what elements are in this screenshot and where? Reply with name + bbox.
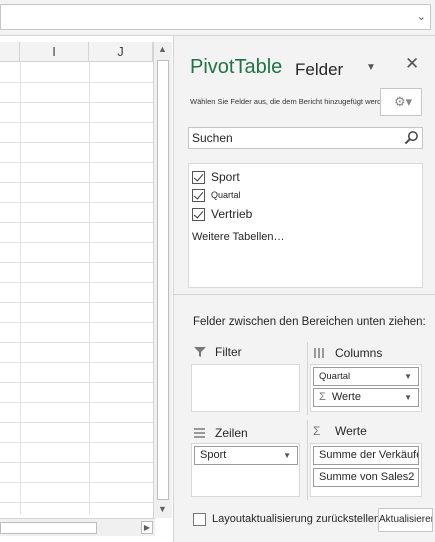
defer-update-checkbox[interactable] [193,513,206,526]
field-item-quartal[interactable]: Quartal [192,187,241,203]
drag-hint: Felder zwischen den Bereichen unten zieh… [193,316,426,328]
grid-line [0,502,153,503]
grid-line [0,462,153,463]
tools-button[interactable]: ⚙▾ [380,88,422,116]
pill-label: Summe von Sales2 [319,471,415,483]
grid-line [0,422,153,423]
grid-line [0,242,153,243]
scrollbar-thumb[interactable] [0,522,97,534]
grid-line [0,82,153,83]
grid-line [0,122,153,123]
filter-area-header: Filter [193,345,242,359]
grid-line [0,162,153,163]
grid-line [0,142,153,143]
rows-area-header: Zeilen [193,426,248,440]
pane-subtitle: Wählen Sie Felder aus, die dem Bericht h… [190,97,385,106]
grid-line [0,382,153,383]
search-input-value: Suchen [192,131,233,145]
update-button[interactable]: Aktualisieren [378,508,433,532]
grid-line [20,62,21,514]
search-input[interactable]: Suchen [188,127,423,149]
values-area-label: Werte [335,424,367,438]
field-label: Sport [211,170,240,184]
filter-drop-area[interactable] [191,364,300,412]
columns-drop-area[interactable]: Quartal ▼ Σ Werte ▼ [310,364,422,412]
horizontal-scrollbar[interactable]: ▶ [0,518,155,536]
area-separator [307,420,308,500]
sigma-icon: Σ [319,391,326,403]
defer-update-label: Layoutaktualisierung zurückstellen [212,513,381,525]
chevron-down-icon[interactable]: ▼ [283,447,291,464]
grid-line [0,222,153,223]
columns-item-werte[interactable]: Σ Werte ▼ [313,388,419,407]
more-tables-link[interactable]: Weitere Tabellen… [192,231,285,243]
values-item-sales2[interactable]: Summe von Sales2 [313,468,419,487]
areas-section [174,294,435,542]
column-header-i[interactable]: I [20,42,89,62]
columns-area-header: Columns [313,346,382,360]
columns-item-quartal[interactable]: Quartal ▼ [313,367,419,386]
grid-line [0,322,153,323]
filter-area-label: Filter [215,345,242,359]
close-icon[interactable]: ✕ [405,54,419,74]
pill-label: Summe der Verkäufe [319,449,419,461]
grid-line [0,482,153,483]
grid-line [0,302,153,303]
columns-icon [314,348,324,358]
grid-line [0,362,153,363]
rows-area-label: Zeilen [215,426,248,440]
formula-bar-dropdown[interactable]: ⌄ [0,4,431,30]
area-separator [307,342,308,415]
field-label: Quartal [211,190,241,200]
grid-line [0,202,153,203]
pane-title: PivotTable [190,56,283,78]
field-item-vertrieb[interactable]: Vertrieb [192,206,252,222]
vertical-scrollbar[interactable]: ▲ ▼ [153,42,172,518]
rows-icon [194,428,205,438]
grid-line [89,62,90,514]
search-icon[interactable] [404,130,419,145]
chevron-down-icon[interactable]: ▼ [404,389,412,406]
pane-title-fields: Felder [295,60,344,79]
grid-line [0,182,153,183]
grid-line [0,402,153,403]
field-checkbox[interactable] [192,188,205,202]
pivottable-fields-pane: PivotTable Felder ▼ ✕ Wählen Sie Felder … [173,36,435,542]
column-header-j[interactable]: J [89,42,153,62]
chevron-down-icon[interactable]: ⌄ [417,10,426,23]
scroll-right-icon[interactable]: ▶ [141,521,153,534]
filter-icon [194,347,206,357]
field-checkbox[interactable] [192,170,205,184]
column-header-h[interactable] [0,42,20,62]
values-item-verkaeufe[interactable]: Summe der Verkäufe [313,446,419,465]
pill-label: Sport [200,449,227,461]
field-label: Vertrieb [211,207,253,221]
grid-line [0,262,153,263]
chevron-down-icon[interactable]: ▼ [404,368,412,385]
formula-bar: ⌄ [0,0,435,36]
field-list: Sport Quartal Vertrieb Weitere Tabellen… [188,163,423,288]
worksheet-grid[interactable]: I J ▲ ▼ ▶ [0,36,173,542]
values-area-header: Σ Werte [313,424,367,438]
columns-area-label: Columns [335,346,383,360]
pill-label: Quartal [319,371,351,382]
values-drop-area[interactable]: Summe der Verkäufe Summe von Sales2 [310,443,422,497]
pill-label: Werte [331,391,361,403]
scrollbar-thumb[interactable] [157,60,169,500]
pane-options-dropdown-icon[interactable]: ▼ [366,62,376,73]
scroll-up-icon[interactable]: ▲ [158,44,167,54]
rows-drop-area[interactable]: Sport ▼ [191,443,300,497]
field-checkbox[interactable] [192,207,205,221]
gear-icon: ⚙▾ [394,94,413,109]
scroll-down-icon[interactable]: ▼ [158,504,167,514]
rows-item-sport[interactable]: Sport ▼ [194,446,298,465]
grid-line [0,442,153,443]
grid-line [0,282,153,283]
sigma-icon: Σ [313,424,321,438]
field-item-sport[interactable]: Sport [192,169,240,185]
grid-line [0,342,153,343]
grid-line [0,102,153,103]
